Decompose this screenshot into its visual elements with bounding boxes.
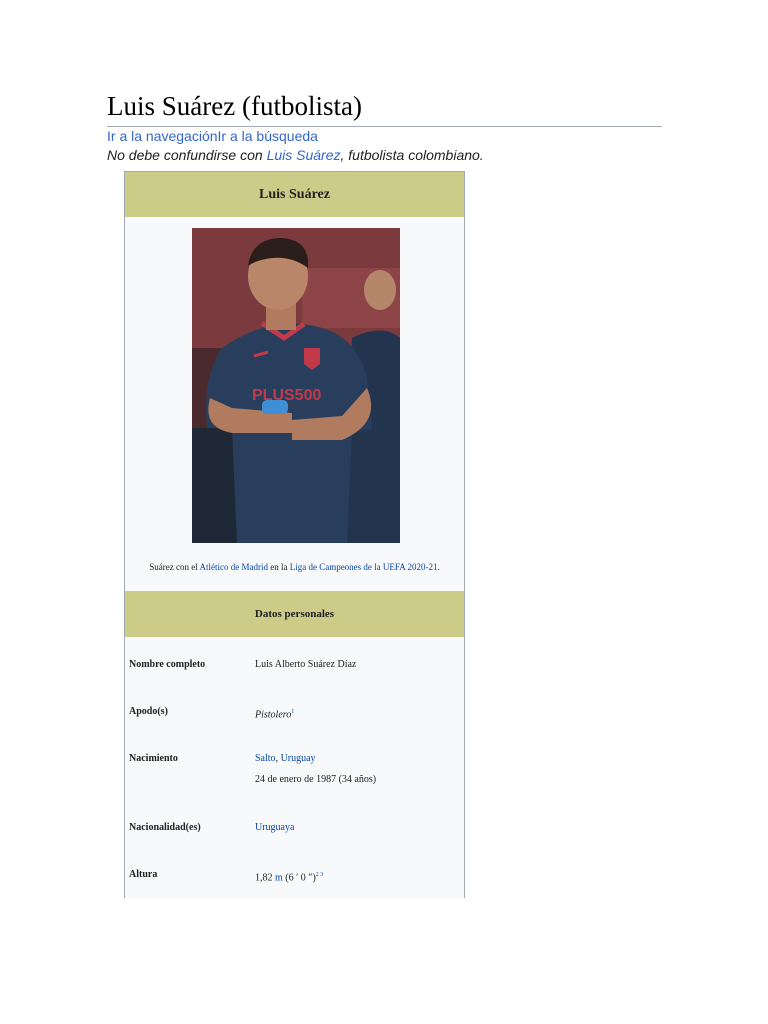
infobox: Luis Suárez PLUS500 Suárez con el Atléti…: [124, 171, 465, 898]
height-number: 1,82: [255, 872, 275, 884]
nationality-link[interactable]: Uruguaya: [255, 818, 294, 838]
player-photo[interactable]: PLUS500: [192, 228, 400, 543]
caption-link-club[interactable]: Atlético de Madrid: [199, 562, 267, 572]
hatnote: No debe confundirse con Luis Suárez, fut…: [107, 146, 484, 164]
section-header-personal: Datos personales: [125, 591, 464, 637]
birth-city-link[interactable]: Salto: [255, 753, 276, 764]
row-value: Salto, Uruguay: [255, 749, 316, 769]
row-label: Altura: [129, 869, 158, 880]
hatnote-text-before: No debe confundirse con: [107, 147, 267, 163]
player-photo-graphic: PLUS500: [192, 228, 400, 543]
row-value: Luis Alberto Suárez Díaz: [255, 659, 357, 670]
row-label: Nacionalidad(es): [129, 822, 201, 833]
unit-link[interactable]: m: [275, 872, 283, 883]
birth-date-value: 24 de enero de 1987 (34 años): [255, 774, 377, 785]
row-label: Apodo(s): [129, 706, 168, 717]
row-label: Nombre completo: [129, 659, 206, 670]
nickname-value: Pistolero: [255, 709, 292, 721]
page-title: Luis Suárez (futbolista): [107, 88, 662, 127]
row-value: 1,82 m (6 ′ 0 ″)2 3: [255, 865, 323, 888]
caption-text: .: [437, 562, 440, 572]
infobox-title: Luis Suárez: [125, 172, 464, 217]
row-label: Nacimiento: [129, 753, 178, 764]
caption-text: Suárez con el: [149, 562, 200, 572]
height-imperial: (6 ′ 0 ″): [282, 872, 316, 884]
caption-link-competition[interactable]: Liga de Campeones de la UEFA 2020-21: [290, 562, 438, 572]
birth-country-link[interactable]: Uruguay: [281, 753, 316, 764]
jump-to-navigation-link[interactable]: Ir a la navegación: [107, 128, 218, 144]
caption-text: en la: [267, 562, 290, 572]
reference-link[interactable]: 2 3: [316, 872, 324, 878]
hatnote-disambiguation-link[interactable]: Luis Suárez: [267, 147, 341, 163]
hatnote-text-after: , futbolista colombiano.: [340, 147, 484, 163]
jump-to-search-link[interactable]: Ir a la búsqueda: [218, 128, 318, 144]
jump-links: Ir a la navegaciónIr a la búsqueda: [107, 127, 318, 145]
svg-text:PLUS500: PLUS500: [252, 387, 321, 404]
row-value: Pistolero1: [255, 702, 294, 725]
photo-caption: Suárez con el Atlético de Madrid en la L…: [125, 562, 464, 572]
reference-link[interactable]: 1: [291, 709, 294, 715]
